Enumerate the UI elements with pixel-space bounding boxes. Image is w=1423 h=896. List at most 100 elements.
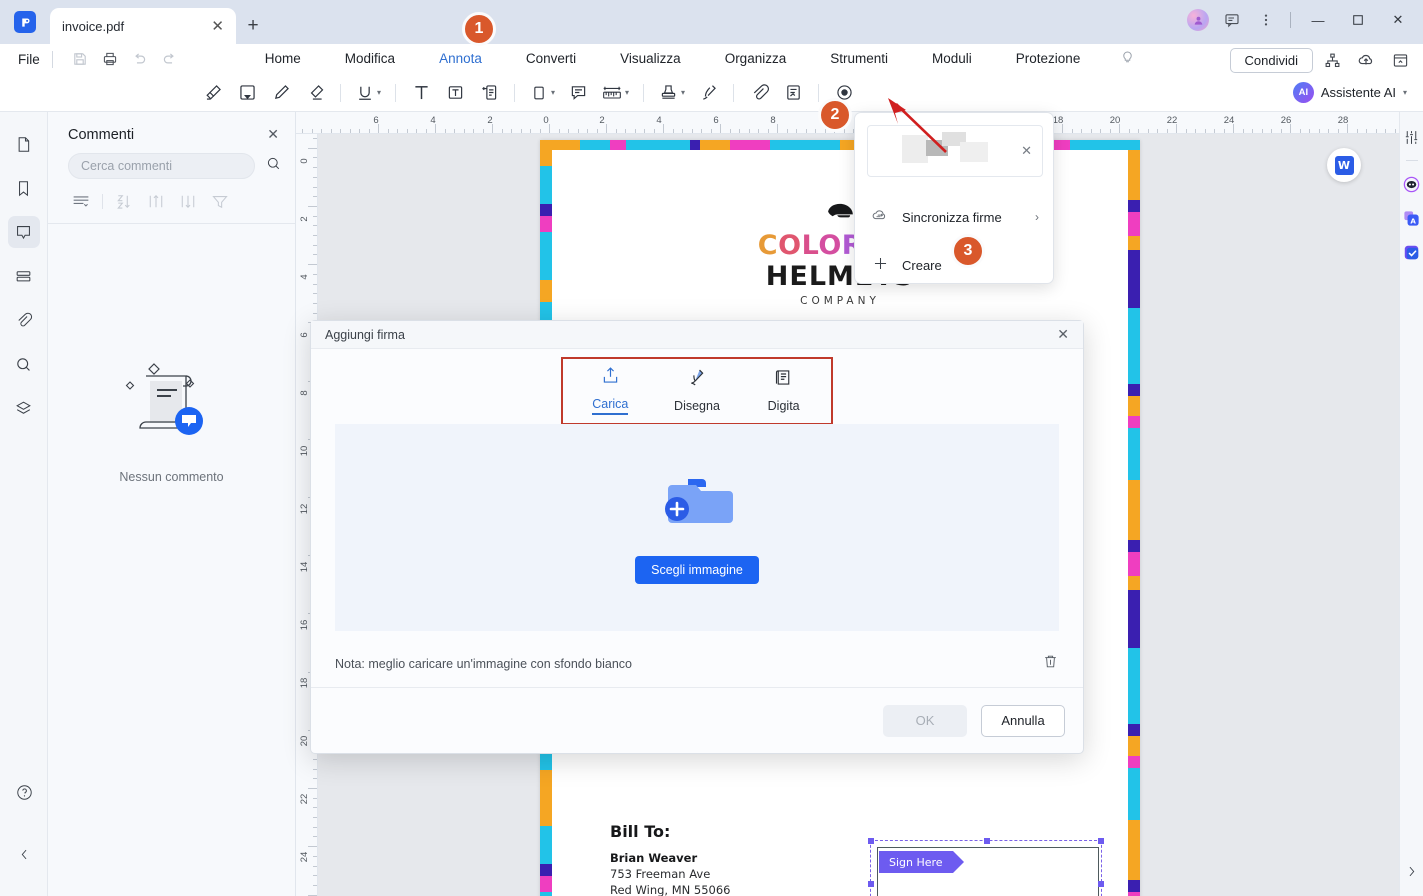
trash-icon[interactable] <box>1042 653 1059 675</box>
chevron-down-icon[interactable]: ▾ <box>681 88 685 97</box>
redo-icon[interactable] <box>155 46 185 72</box>
sidebar-item-attachments[interactable] <box>8 304 40 336</box>
sort-ascending-icon[interactable] <box>143 191 169 211</box>
resize-handle[interactable] <box>984 838 990 844</box>
chevron-down-icon[interactable]: ▾ <box>377 88 381 97</box>
close-window-button[interactable]: ✕ <box>1379 0 1417 40</box>
share-network-icon[interactable] <box>1317 46 1347 74</box>
resize-handle[interactable] <box>1098 838 1104 844</box>
chevron-down-icon[interactable]: ▾ <box>625 88 629 97</box>
rectangle-icon[interactable]: ▾ <box>523 77 561 109</box>
close-icon[interactable]: ✕ <box>1057 326 1069 343</box>
chat-bot-icon[interactable] <box>1401 173 1423 195</box>
choose-image-button[interactable]: Scegli immagine <box>635 556 759 584</box>
print-icon[interactable] <box>95 46 125 72</box>
menu-item-annota[interactable]: Annota <box>417 44 504 76</box>
file-menu[interactable]: File <box>18 52 40 67</box>
highlight-icon[interactable] <box>196 77 230 109</box>
user-account-avatar[interactable] <box>1182 4 1214 36</box>
menu-item-protezione[interactable]: Protezione <box>994 44 1103 74</box>
tab-disegna[interactable]: Disegna <box>658 367 736 415</box>
attachment-icon[interactable] <box>742 77 776 109</box>
ai-assistant-button[interactable]: AI Assistente AI ▾ <box>1287 79 1413 106</box>
ruler-tick <box>1109 129 1111 133</box>
sidebar-item-thumbnails[interactable] <box>8 128 40 160</box>
ruler-tick <box>1280 129 1282 133</box>
menu-item-converti[interactable]: Converti <box>504 44 598 74</box>
menu-item-visualizza[interactable]: Visualizza <box>598 44 703 74</box>
tab-carica[interactable]: Carica <box>571 365 649 417</box>
sync-signatures-item[interactable]: Sincronizza firme › <box>855 197 1055 237</box>
dialog-footer: OK Annulla <box>311 687 1083 753</box>
sidebar-item-search[interactable] <box>8 348 40 380</box>
ruler-tick <box>511 129 512 133</box>
new-tab-button[interactable]: + <box>236 8 270 44</box>
menu-item-modifica[interactable]: Modifica <box>323 44 417 74</box>
close-icon[interactable]: ✕ <box>267 126 279 143</box>
filter-icon[interactable] <box>207 191 233 211</box>
note-icon[interactable] <box>230 77 264 109</box>
convert-to-word-badge[interactable]: W <box>1327 148 1361 182</box>
callout-icon[interactable] <box>472 77 506 109</box>
list-view-icon[interactable] <box>68 191 94 211</box>
tips-bulb-icon[interactable] <box>1114 49 1140 69</box>
menu-item-home[interactable]: Home <box>243 44 323 74</box>
signature-icon[interactable] <box>691 77 725 109</box>
sidebar-item-layers-panel[interactable] <box>8 260 40 292</box>
undo-icon[interactable] <box>125 46 155 72</box>
stamp-icon[interactable]: ▾ <box>652 77 691 109</box>
pencil-icon[interactable] <box>264 77 298 109</box>
ruler-tick <box>1252 129 1253 133</box>
underline-icon[interactable]: ▾ <box>349 77 387 109</box>
menu-item-strumenti[interactable]: Strumenti <box>808 44 910 74</box>
ok-button[interactable]: OK <box>883 704 967 737</box>
maximize-button[interactable] <box>1339 0 1377 40</box>
translate-icon[interactable]: A <box>1401 207 1423 229</box>
close-icon[interactable]: ✕ <box>1021 143 1032 159</box>
signature-field[interactable]: Sign Here <box>868 838 1104 896</box>
ruler-tick <box>1128 129 1130 133</box>
measure-icon[interactable]: ▾ <box>595 77 635 109</box>
share-button[interactable]: Condividi <box>1229 47 1313 73</box>
sidebar-item-stack[interactable] <box>8 392 40 424</box>
more-options-icon[interactable] <box>1250 4 1282 36</box>
sliders-icon[interactable] <box>1401 126 1423 148</box>
bill-to-street: 753 Freeman Ave <box>610 867 711 881</box>
sort-descending-icon[interactable] <box>175 191 201 211</box>
expand-right-panel-icon[interactable] <box>1401 860 1423 882</box>
chevron-down-icon[interactable]: ▾ <box>1403 88 1407 97</box>
text-comment-icon[interactable] <box>561 77 595 109</box>
chevron-right-icon[interactable]: › <box>1035 210 1039 224</box>
form-icon[interactable] <box>776 77 810 109</box>
search-input[interactable] <box>68 153 255 179</box>
collapse-sidebar-icon[interactable] <box>8 838 40 870</box>
help-icon[interactable] <box>8 776 40 808</box>
close-icon[interactable]: ✕ <box>211 19 224 34</box>
text-box-icon[interactable] <box>438 77 472 109</box>
image-dropzone[interactable]: Scegli immagine <box>335 424 1059 631</box>
eraser-icon[interactable] <box>298 77 332 109</box>
check-task-icon[interactable] <box>1401 241 1423 263</box>
collapse-ribbon-icon[interactable] <box>1385 46 1415 74</box>
minimize-button[interactable]: — <box>1299 0 1337 40</box>
text-icon[interactable] <box>404 77 438 109</box>
resize-handle[interactable] <box>868 881 874 887</box>
document-tab[interactable]: invoice.pdf ✕ <box>50 8 236 44</box>
sidebar-item-comments[interactable] <box>7 216 40 248</box>
menu-item-moduli[interactable]: Moduli <box>910 44 994 74</box>
sidebar-item-bookmarks[interactable] <box>8 172 40 204</box>
search-icon[interactable] <box>265 155 282 177</box>
tab-digita[interactable]: Digita <box>745 367 823 415</box>
save-icon[interactable] <box>65 46 95 72</box>
feedback-icon[interactable] <box>1216 4 1248 36</box>
ruler-tick <box>313 254 317 256</box>
saved-signature-card[interactable]: ✕ <box>867 125 1043 177</box>
ruler-label: 4 <box>299 274 310 280</box>
resize-handle[interactable] <box>868 838 874 844</box>
menu-item-organizza[interactable]: Organizza <box>703 44 809 74</box>
resize-handle[interactable] <box>1098 881 1104 887</box>
cloud-upload-icon[interactable] <box>1351 46 1381 74</box>
cancel-button[interactable]: Annulla <box>981 704 1065 737</box>
chevron-down-icon[interactable]: ▾ <box>551 88 555 97</box>
sort-az-icon[interactable] <box>111 191 137 211</box>
